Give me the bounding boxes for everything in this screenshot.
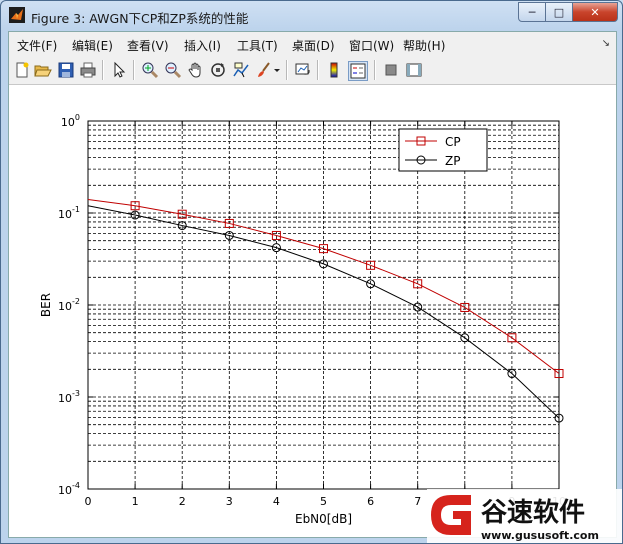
save-icon[interactable] [57, 61, 75, 79]
x-axis-label: EbN0[dB] [295, 512, 352, 526]
colorbar-icon[interactable] [325, 61, 343, 79]
zoom-out-icon[interactable] [164, 61, 182, 79]
zoom-in-icon[interactable] [141, 61, 159, 79]
show-plot-tools-icon[interactable] [405, 61, 423, 79]
menu-desktop[interactable]: 桌面(D) [292, 37, 335, 54]
select-arrow-icon[interactable] [110, 61, 128, 79]
menu-overflow-icon[interactable]: ↘ [602, 38, 610, 49]
menu-edit[interactable]: 编辑(E) [72, 37, 113, 54]
menu-file[interactable]: 文件(F) [17, 37, 57, 54]
figure-toolbar [9, 56, 616, 85]
pan-hand-icon[interactable] [187, 61, 205, 79]
y-tick-label: 10-2 [58, 297, 80, 313]
print-icon[interactable] [79, 61, 97, 79]
watermark-url: www.gususoft.com [481, 529, 599, 542]
menu-tools[interactable]: 工具(T) [237, 37, 278, 54]
x-tick-label: 3 [226, 495, 233, 508]
x-tick-label: 7 [414, 495, 421, 508]
x-tick-label: 2 [179, 495, 186, 508]
open-file-icon[interactable] [34, 61, 52, 79]
y-tick-label: 10-4 [58, 481, 80, 497]
plot-canvas[interactable]: 01234567891010-410-310-210-1100EbN0[dB]B… [9, 85, 616, 537]
close-button[interactable]: ✕ [572, 2, 618, 22]
brush-icon[interactable] [255, 61, 273, 79]
x-tick-label: 4 [273, 495, 280, 508]
menu-bar: 文件(F) 编辑(E) 查看(V) 插入(I) 工具(T) 桌面(D) 窗口(W… [9, 32, 616, 56]
legend-box [398, 128, 488, 172]
hide-plot-tools-icon[interactable] [382, 61, 400, 79]
figure-client: 文件(F) 编辑(E) 查看(V) 插入(I) 工具(T) 桌面(D) 窗口(W… [8, 31, 617, 538]
new-figure-icon[interactable] [13, 61, 31, 79]
maximize-button[interactable]: □ [545, 2, 573, 22]
legend-label-cp: CP [445, 135, 461, 149]
menu-insert[interactable]: 插入(I) [184, 37, 221, 54]
menu-window[interactable]: 窗口(W) [349, 37, 394, 54]
brush-dropdown-icon[interactable] [273, 61, 281, 79]
legend-icon[interactable] [348, 61, 368, 81]
legend-label-zp: ZP [445, 154, 460, 168]
matlab-logo-icon [9, 7, 25, 23]
x-tick-label: 1 [132, 495, 139, 508]
x-tick-label: 6 [367, 495, 374, 508]
menu-help[interactable]: 帮助(H) [403, 37, 445, 54]
data-cursor-icon[interactable] [232, 61, 250, 79]
ber-chart[interactable]: 01234567891010-410-310-210-1100EbN0[dB]B… [9, 85, 616, 537]
window-title: Figure 3: AWGN下CP和ZP系统的性能 [31, 11, 249, 26]
x-tick-label: 0 [85, 495, 92, 508]
minimize-button[interactable]: ─ [518, 2, 546, 22]
x-tick-label: 5 [320, 495, 327, 508]
link-plot-icon[interactable] [294, 61, 312, 79]
title-bar[interactable]: Figure 3: AWGN下CP和ZP系统的性能 ─ □ ✕ [1, 1, 622, 31]
watermark-logo: 谷速软件 www.gususoft.com [427, 489, 622, 543]
rotate-3d-icon[interactable] [209, 61, 227, 79]
menu-view[interactable]: 查看(V) [127, 37, 169, 54]
y-tick-label: 100 [61, 113, 80, 129]
y-tick-label: 10-1 [58, 205, 80, 221]
watermark-brand: 谷速软件 [481, 498, 585, 528]
y-tick-label: 10-3 [58, 389, 80, 405]
figure-window: Figure 3: AWGN下CP和ZP系统的性能 ─ □ ✕ 文件(F) 编辑… [0, 0, 623, 544]
y-axis-label: BER [39, 293, 53, 317]
